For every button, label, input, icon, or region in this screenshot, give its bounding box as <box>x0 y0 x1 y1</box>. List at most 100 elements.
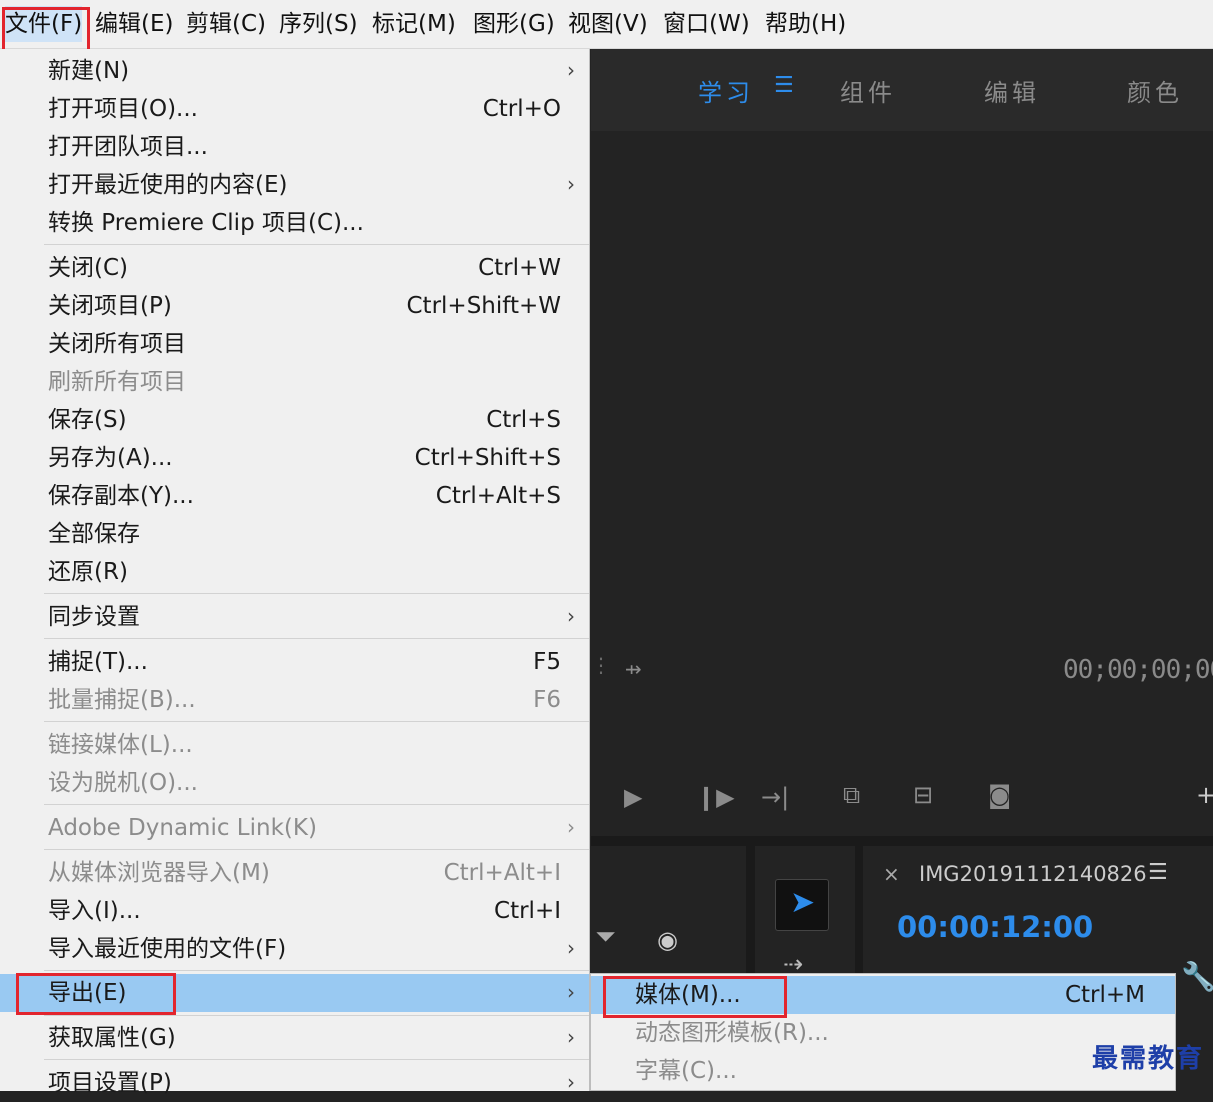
menu-item-label: 关闭项目(P) <box>48 293 172 319</box>
menu-item-batch-capture[interactable]: 批量捕捉(B)... F6 <box>0 681 589 719</box>
menu-item-close-project[interactable]: 关闭项目(P) Ctrl+Shift+W <box>0 287 589 325</box>
menu-item-get-properties[interactable]: 获取属性(G) › <box>0 1019 589 1057</box>
menu-item-import-from-browser[interactable]: 从媒体浏览器导入(M) Ctrl+Alt+I <box>0 854 589 892</box>
workspace-learn[interactable]: 学习 <box>698 73 754 108</box>
menu-item-label: 打开团队项目... <box>48 134 208 160</box>
menu-graphics[interactable]: 图形(G) <box>473 6 555 42</box>
menu-item-label: 新建(N) <box>48 58 130 84</box>
menu-item-save-copy[interactable]: 保存副本(Y)... Ctrl+Alt+S <box>0 477 589 515</box>
menu-item-export-media[interactable]: 媒体(M)... Ctrl+M <box>591 976 1175 1014</box>
eye-icon[interactable]: ◉ <box>657 926 678 954</box>
menu-item-new[interactable]: 新建(N) › <box>0 52 589 90</box>
menu-item-shortcut: Ctrl+M <box>1064 982 1145 1008</box>
workspace-menu-icon[interactable]: ☰ <box>774 73 794 98</box>
menu-item-label: 保存(S) <box>48 407 127 433</box>
menu-item-label: 链接媒体(L)... <box>48 732 193 758</box>
export-submenu: 媒体(M)... Ctrl+M 动态图形模板(R)... 字幕(C)... <box>590 973 1176 1091</box>
add-button-icon[interactable]: + <box>1196 781 1213 809</box>
menu-help[interactable]: 帮助(H) <box>765 6 846 42</box>
insert-icon[interactable]: ⧉ <box>843 781 860 809</box>
menu-item-label: 打开项目(O)... <box>48 96 198 122</box>
menu-item-label: 获取属性(G) <box>48 1025 176 1051</box>
menu-item-label: 还原(R) <box>48 559 128 585</box>
menu-item-sync-settings[interactable]: 同步设置 › <box>0 598 589 636</box>
menu-item-label: 从媒体浏览器导入(M) <box>48 860 270 886</box>
monitor-timecode[interactable]: 00;00;00;00 <box>1063 655 1213 685</box>
menu-item-revert[interactable]: 还原(R) <box>0 553 589 591</box>
menu-item-export-motion-graphics-template[interactable]: 动态图形模板(R)... <box>591 1014 1175 1052</box>
panel-menu-icon[interactable]: ☰ <box>1148 860 1168 885</box>
menu-item-refresh-all-projects[interactable]: 刷新所有项目 <box>0 363 589 401</box>
menu-item-capture[interactable]: 捕捉(T)... F5 <box>0 643 589 681</box>
menu-view[interactable]: 视图(V) <box>568 6 648 42</box>
menu-item-label: 设为脱机(O)... <box>48 770 198 796</box>
drag-handle-icon[interactable]: ⋮ <box>591 653 611 677</box>
submenu-arrow-icon: › <box>567 815 575 839</box>
step-forward-icon[interactable]: ❙▶ <box>696 783 735 811</box>
menu-item-label: 刷新所有项目 <box>48 369 186 395</box>
menu-item-open-project[interactable]: 打开项目(O)... Ctrl+O <box>0 90 589 128</box>
menu-item-export[interactable]: 导出(E) › <box>0 974 589 1012</box>
menu-item-label: 同步设置 <box>48 604 140 630</box>
menu-item-open-team-project[interactable]: 打开团队项目... <box>0 128 589 166</box>
audio-waveform-icon[interactable]: ⇸ <box>625 657 642 681</box>
selection-tool-button[interactable]: ➤ <box>775 879 829 931</box>
menu-item-shortcut: Ctrl+W <box>478 255 561 281</box>
menu-item-convert-clip[interactable]: 转换 Premiere Clip 项目(C)... <box>0 204 589 242</box>
menu-item-shortcut: F6 <box>533 687 561 713</box>
menu-item-import-recent[interactable]: 导入最近使用的文件(F) › <box>0 930 589 968</box>
timeline-timecode[interactable]: 00:00:12:00 <box>897 910 1093 944</box>
menu-item-label: 项目设置(P) <box>48 1070 172 1096</box>
menu-sequence[interactable]: 序列(S) <box>279 6 358 42</box>
menu-item-label: 转换 Premiere Clip 项目(C)... <box>48 210 364 236</box>
close-tab-icon[interactable]: × <box>883 862 900 886</box>
wrench-icon[interactable]: 🔧 <box>1181 960 1213 993</box>
sequence-tab-name[interactable]: IMG20191112140826 <box>919 862 1147 886</box>
menu-item-label: 关闭(C) <box>48 255 129 281</box>
menu-clip[interactable]: 剪辑(C) <box>186 6 266 42</box>
workspace-edit[interactable]: 编辑 <box>984 73 1040 108</box>
menu-separator <box>44 244 589 245</box>
menu-markers[interactable]: 标记(M) <box>372 6 456 42</box>
menu-item-close[interactable]: 关闭(C) Ctrl+W <box>0 249 589 287</box>
menu-file[interactable]: 文件(F) <box>5 6 83 42</box>
menu-item-label: 导入最近使用的文件(F) <box>48 936 287 962</box>
menu-item-import[interactable]: 导入(I)... Ctrl+I <box>0 892 589 930</box>
overwrite-icon[interactable]: ⊟ <box>913 781 933 809</box>
play-icon[interactable]: ▶ <box>624 783 642 811</box>
menu-item-save-all[interactable]: 全部保存 <box>0 515 589 553</box>
selection-arrow-icon: ➤ <box>790 885 816 920</box>
camera-icon[interactable]: ◙ <box>988 781 1011 809</box>
menu-item-shortcut: Ctrl+S <box>486 407 561 433</box>
workspace-color[interactable]: 颜色 <box>1127 73 1183 108</box>
menu-item-open-recent[interactable]: 打开最近使用的内容(E) › <box>0 166 589 204</box>
menu-item-export-captions[interactable]: 字幕(C)... <box>591 1052 1175 1090</box>
menu-item-dynamic-link[interactable]: Adobe Dynamic Link(K) › <box>0 809 589 847</box>
menu-separator <box>44 804 589 805</box>
workspace-components[interactable]: 组件 <box>840 73 896 108</box>
menu-bar: 文件(F) 编辑(E) 剪辑(C) 序列(S) 标记(M) 图形(G) 视图(V… <box>0 0 1213 49</box>
menu-item-label: 另存为(A)... <box>48 445 173 471</box>
go-to-out-icon[interactable]: →| <box>761 783 789 811</box>
menu-edit[interactable]: 编辑(E) <box>95 6 173 42</box>
menu-item-save-as[interactable]: 另存为(A)... Ctrl+Shift+S <box>0 439 589 477</box>
filter-icon[interactable]: ⏷ <box>595 922 616 953</box>
workspace-bar: 学习 ☰ 组件 编辑 颜色 <box>591 49 1213 131</box>
menu-item-make-offline[interactable]: 设为脱机(O)... <box>0 764 589 802</box>
menu-item-project-settings[interactable]: 项目设置(P) › <box>0 1064 589 1102</box>
menu-item-save[interactable]: 保存(S) Ctrl+S <box>0 401 589 439</box>
menu-item-close-all-projects[interactable]: 关闭所有项目 <box>0 325 589 363</box>
menu-window[interactable]: 窗口(W) <box>663 6 750 42</box>
menu-item-label: 捕捉(T)... <box>48 649 148 675</box>
menu-separator <box>44 849 589 850</box>
menu-item-link-media[interactable]: 链接媒体(L)... <box>0 726 589 764</box>
menu-item-label: 关闭所有项目 <box>48 331 186 357</box>
submenu-arrow-icon: › <box>567 980 575 1004</box>
menu-item-shortcut: Ctrl+Alt+I <box>443 860 561 886</box>
menu-item-label: 导出(E) <box>48 980 127 1006</box>
menu-item-shortcut: Ctrl+Shift+W <box>406 293 562 319</box>
menu-item-label: Adobe Dynamic Link(K) <box>48 815 317 841</box>
menu-separator <box>44 1015 589 1016</box>
submenu-arrow-icon: › <box>567 604 575 628</box>
menu-item-label: 动态图形模板(R)... <box>635 1020 829 1046</box>
